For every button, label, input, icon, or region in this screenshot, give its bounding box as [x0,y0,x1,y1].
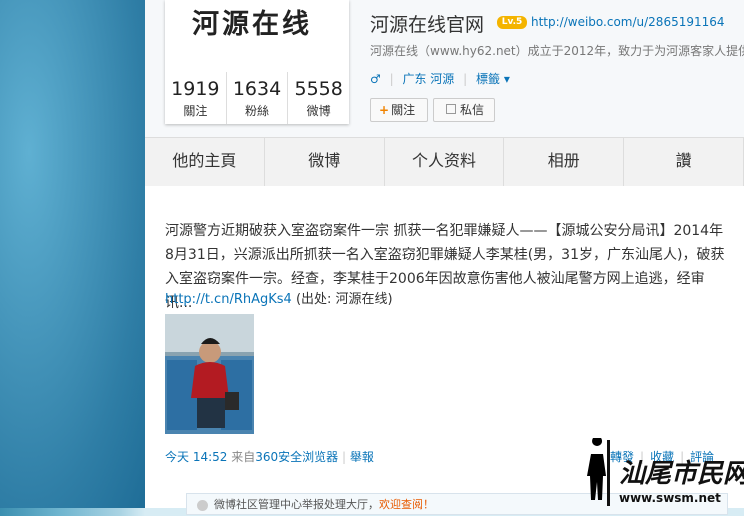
profile-meta: ♂ | 广东 河源 | 標籤 ▾ [370,72,510,86]
watermark-pole [607,440,610,506]
report-link[interactable]: 舉報 [350,450,374,464]
stat-following[interactable]: 1919 關注 [165,72,227,124]
post-footer: 今天 14:52 来自360安全浏览器 | 舉報 [165,450,374,464]
post-source-line: http://t.cn/RhAgKs4 (出处: 河源在线) [165,288,393,307]
tab-album[interactable]: 相册 [504,138,625,186]
follow-button[interactable]: + 關注 [370,98,428,122]
notice-text: 微博社区管理中心举报处理大厅， [214,498,379,511]
watermark-url: www.swsm.net [619,491,721,505]
post-from-prefix: 来自 [231,450,256,464]
message-icon [446,104,456,114]
message-button[interactable]: 私信 [433,98,495,122]
location-link[interactable]: 广东 河源 [402,72,454,86]
post-client-link[interactable]: 360安全浏览器 [255,450,338,464]
post-short-link[interactable]: http://t.cn/RhAgKs4 [165,292,292,307]
weibo-url-link[interactable]: http://weibo.com/u/2865191164 [531,15,725,29]
stat-following-label: 關注 [183,104,208,118]
plus-icon: + [379,103,390,117]
notice-link[interactable]: 欢迎查阅！ [379,498,434,511]
stat-following-count: 1919 [171,78,220,100]
stat-weibo-count: 5558 [294,78,343,100]
tab-likes[interactable]: 讚 [624,138,744,186]
profile-description: 河源在线（www.hy62.net）成立于2012年，致力于为河源客家人提供信 [370,44,744,58]
profile-tabs: 他的主頁 微博 个人资料 相册 讚 [145,137,744,187]
follow-label: 關注 [391,103,416,117]
tab-weibo[interactable]: 微博 [265,138,385,186]
stat-weibo[interactable]: 5558 微博 [288,72,349,124]
message-label: 私信 [460,103,485,117]
stat-fans-label: 粉絲 [245,104,270,118]
silhouette-figure [587,438,606,500]
tab-profile[interactable]: 个人资料 [385,138,505,186]
tags-dropdown[interactable]: 標籤 ▾ [476,72,510,86]
male-symbol-icon: ♂ [370,72,381,86]
watermark-logo: 汕尾市民网 www.swsm.net [587,438,744,506]
tab-home[interactable]: 他的主頁 [145,138,265,186]
post-photo[interactable] [165,314,254,434]
profile-name: 河源在线官网 [370,14,485,36]
stat-fans-count: 1634 [232,78,282,100]
watermark-title: 汕尾市民网 [619,459,744,489]
post-time[interactable]: 今天 14:52 [165,450,227,464]
info-icon [197,499,208,511]
tags-label: 標籤 [476,72,501,86]
profile-stats: 1919 關注 1634 粉絲 5558 微博 [165,72,349,124]
avatar-card[interactable]: 河源在线 1919 關注 1634 粉絲 5558 微博 [165,0,349,124]
page-background [0,0,145,508]
post-source: (出处: 河源在线) [295,292,393,307]
stat-fans[interactable]: 1634 粉絲 [227,72,289,124]
avatar-logo: 河源在线 [192,9,312,40]
vip-badge[interactable]: Lv.5 [497,16,527,29]
stat-weibo-label: 微博 [306,104,331,118]
caret-down-icon: ▾ [503,72,510,86]
